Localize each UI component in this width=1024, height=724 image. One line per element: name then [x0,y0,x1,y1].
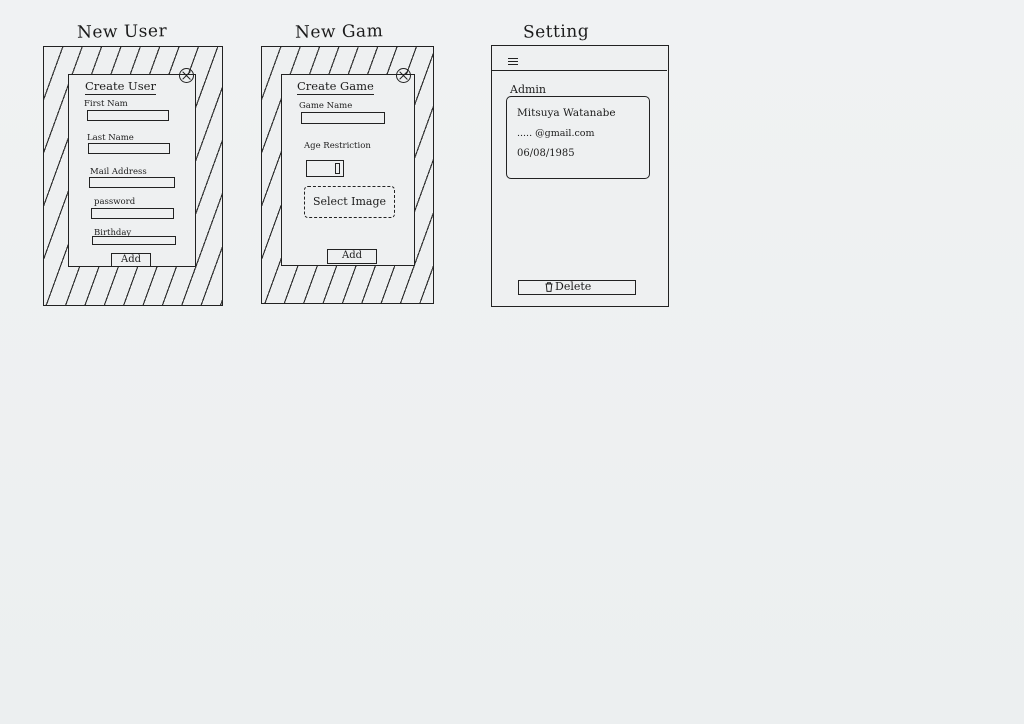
profile-email: ..... @gmail.com [517,128,595,139]
close-icon[interactable] [179,68,194,83]
stepper-arrow-icon[interactable] [335,163,340,174]
game-name-label: Game Name [299,101,353,111]
select-image-button[interactable]: Select Image [304,186,395,218]
trash-icon [545,282,553,292]
screen-title-setting: Setting [522,21,590,43]
profile-card: Mitsuya Watanabe ..... @gmail.com 06/08/… [506,96,650,179]
create-user-dialog: Create User First Nam Last Name Mail Add… [68,74,196,267]
birthday-input[interactable] [92,236,176,245]
age-restriction-stepper[interactable] [306,160,344,177]
delete-button[interactable]: Delete [518,280,636,295]
paper-sheet: New User Create User First Nam Last Name… [0,0,1024,724]
add-user-button[interactable]: Add [111,253,151,267]
top-bar-divider [492,70,667,72]
create-game-dialog: Create Game Game Name Age Restriction Se… [281,74,415,266]
dialog-title: Create User [85,79,156,95]
delete-button-label: Delete [555,280,592,293]
last-name-input[interactable] [88,143,170,154]
password-input[interactable] [91,208,174,219]
screen-title-new-game: New Gam [294,21,384,43]
first-name-input[interactable] [87,110,169,121]
age-restriction-label: Age Restriction [304,141,371,151]
first-name-label: First Nam [84,99,128,109]
add-game-button[interactable]: Add [327,249,377,264]
dialog-title: Create Game [297,79,374,95]
mail-address-input[interactable] [89,177,175,188]
admin-section-label: Admin [510,83,547,96]
last-name-label: Last Name [87,133,134,143]
profile-birthday: 06/08/1985 [517,148,575,159]
mail-address-label: Mail Address [90,167,147,177]
profile-name: Mitsuya Watanabe [517,107,616,119]
screen-title-new-user: New User [76,21,168,43]
setting-screen: Admin Mitsuya Watanabe ..... @gmail.com … [491,45,669,307]
new-user-screen: Create User First Nam Last Name Mail Add… [43,46,223,306]
game-name-input[interactable] [301,112,385,124]
menu-icon[interactable] [508,58,518,66]
new-game-screen: Create Game Game Name Age Restriction Se… [261,46,434,304]
close-icon[interactable] [396,68,411,83]
password-label: password [94,197,136,207]
